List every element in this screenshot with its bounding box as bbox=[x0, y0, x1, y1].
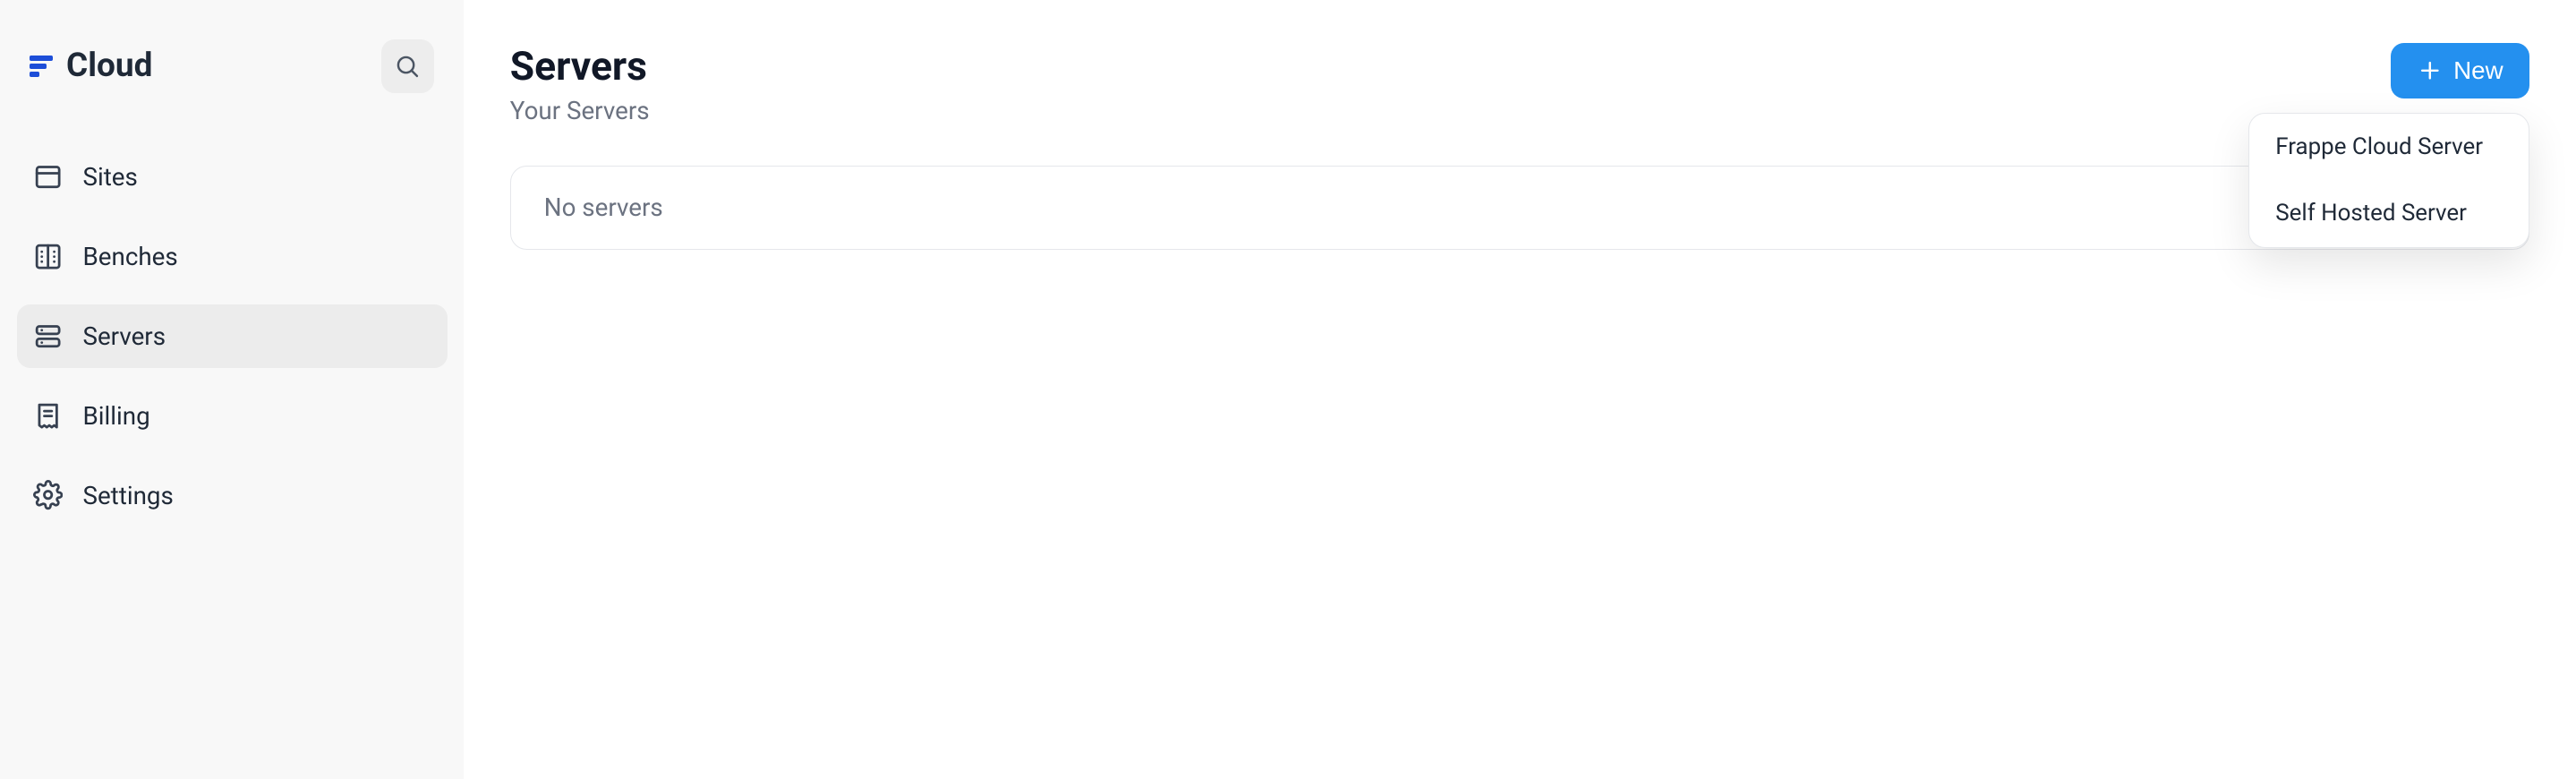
page-header: Servers Your Servers New bbox=[510, 43, 2529, 125]
new-button-label: New bbox=[2453, 56, 2503, 85]
servers-list-card: No servers bbox=[510, 166, 2529, 250]
dropdown-item-self-hosted-server[interactable]: Self Hosted Server bbox=[2249, 180, 2529, 246]
sidebar-item-settings[interactable]: Settings bbox=[17, 464, 448, 526]
search-icon bbox=[394, 53, 421, 80]
sidebar: Cloud Sites bbox=[0, 0, 464, 779]
sidebar-item-billing[interactable]: Billing bbox=[17, 384, 448, 447]
main-content: Servers Your Servers New No servers Frap… bbox=[464, 0, 2576, 779]
sidebar-item-servers[interactable]: Servers bbox=[17, 304, 448, 367]
brand-mark-icon bbox=[30, 56, 53, 77]
receipt-icon bbox=[33, 401, 63, 431]
brand-logo[interactable]: Cloud bbox=[30, 47, 152, 85]
search-button[interactable] bbox=[381, 39, 434, 92]
sidebar-nav: Sites Benches bbox=[17, 146, 448, 526]
columns-icon bbox=[33, 242, 63, 271]
dropdown-item-frappe-cloud-server[interactable]: Frappe Cloud Server bbox=[2249, 114, 2529, 180]
new-server-dropdown: Frappe Cloud Server Self Hosted Server bbox=[2248, 113, 2530, 248]
sidebar-item-label: Settings bbox=[82, 481, 173, 510]
dropdown-item-label: Self Hosted Server bbox=[2275, 200, 2467, 227]
plus-icon bbox=[2417, 57, 2444, 84]
sidebar-item-sites[interactable]: Sites bbox=[17, 146, 448, 209]
sidebar-item-label: Billing bbox=[82, 401, 149, 431]
brand-name: Cloud bbox=[66, 47, 152, 85]
page-title-block: Servers Your Servers bbox=[510, 43, 650, 125]
dropdown-item-label: Frappe Cloud Server bbox=[2275, 133, 2483, 160]
sidebar-item-label: Benches bbox=[82, 242, 177, 271]
sidebar-item-benches[interactable]: Benches bbox=[17, 226, 448, 288]
sidebar-item-label: Servers bbox=[82, 321, 166, 351]
empty-state-message: No servers bbox=[544, 193, 663, 222]
new-button[interactable]: New bbox=[2391, 43, 2529, 98]
page-subtitle: Your Servers bbox=[510, 96, 650, 125]
gear-icon bbox=[33, 480, 63, 509]
sidebar-item-label: Sites bbox=[82, 162, 137, 192]
page-title: Servers bbox=[510, 43, 650, 90]
browser-icon bbox=[33, 162, 63, 192]
stack-icon bbox=[33, 321, 63, 351]
sidebar-header: Cloud bbox=[17, 27, 448, 107]
